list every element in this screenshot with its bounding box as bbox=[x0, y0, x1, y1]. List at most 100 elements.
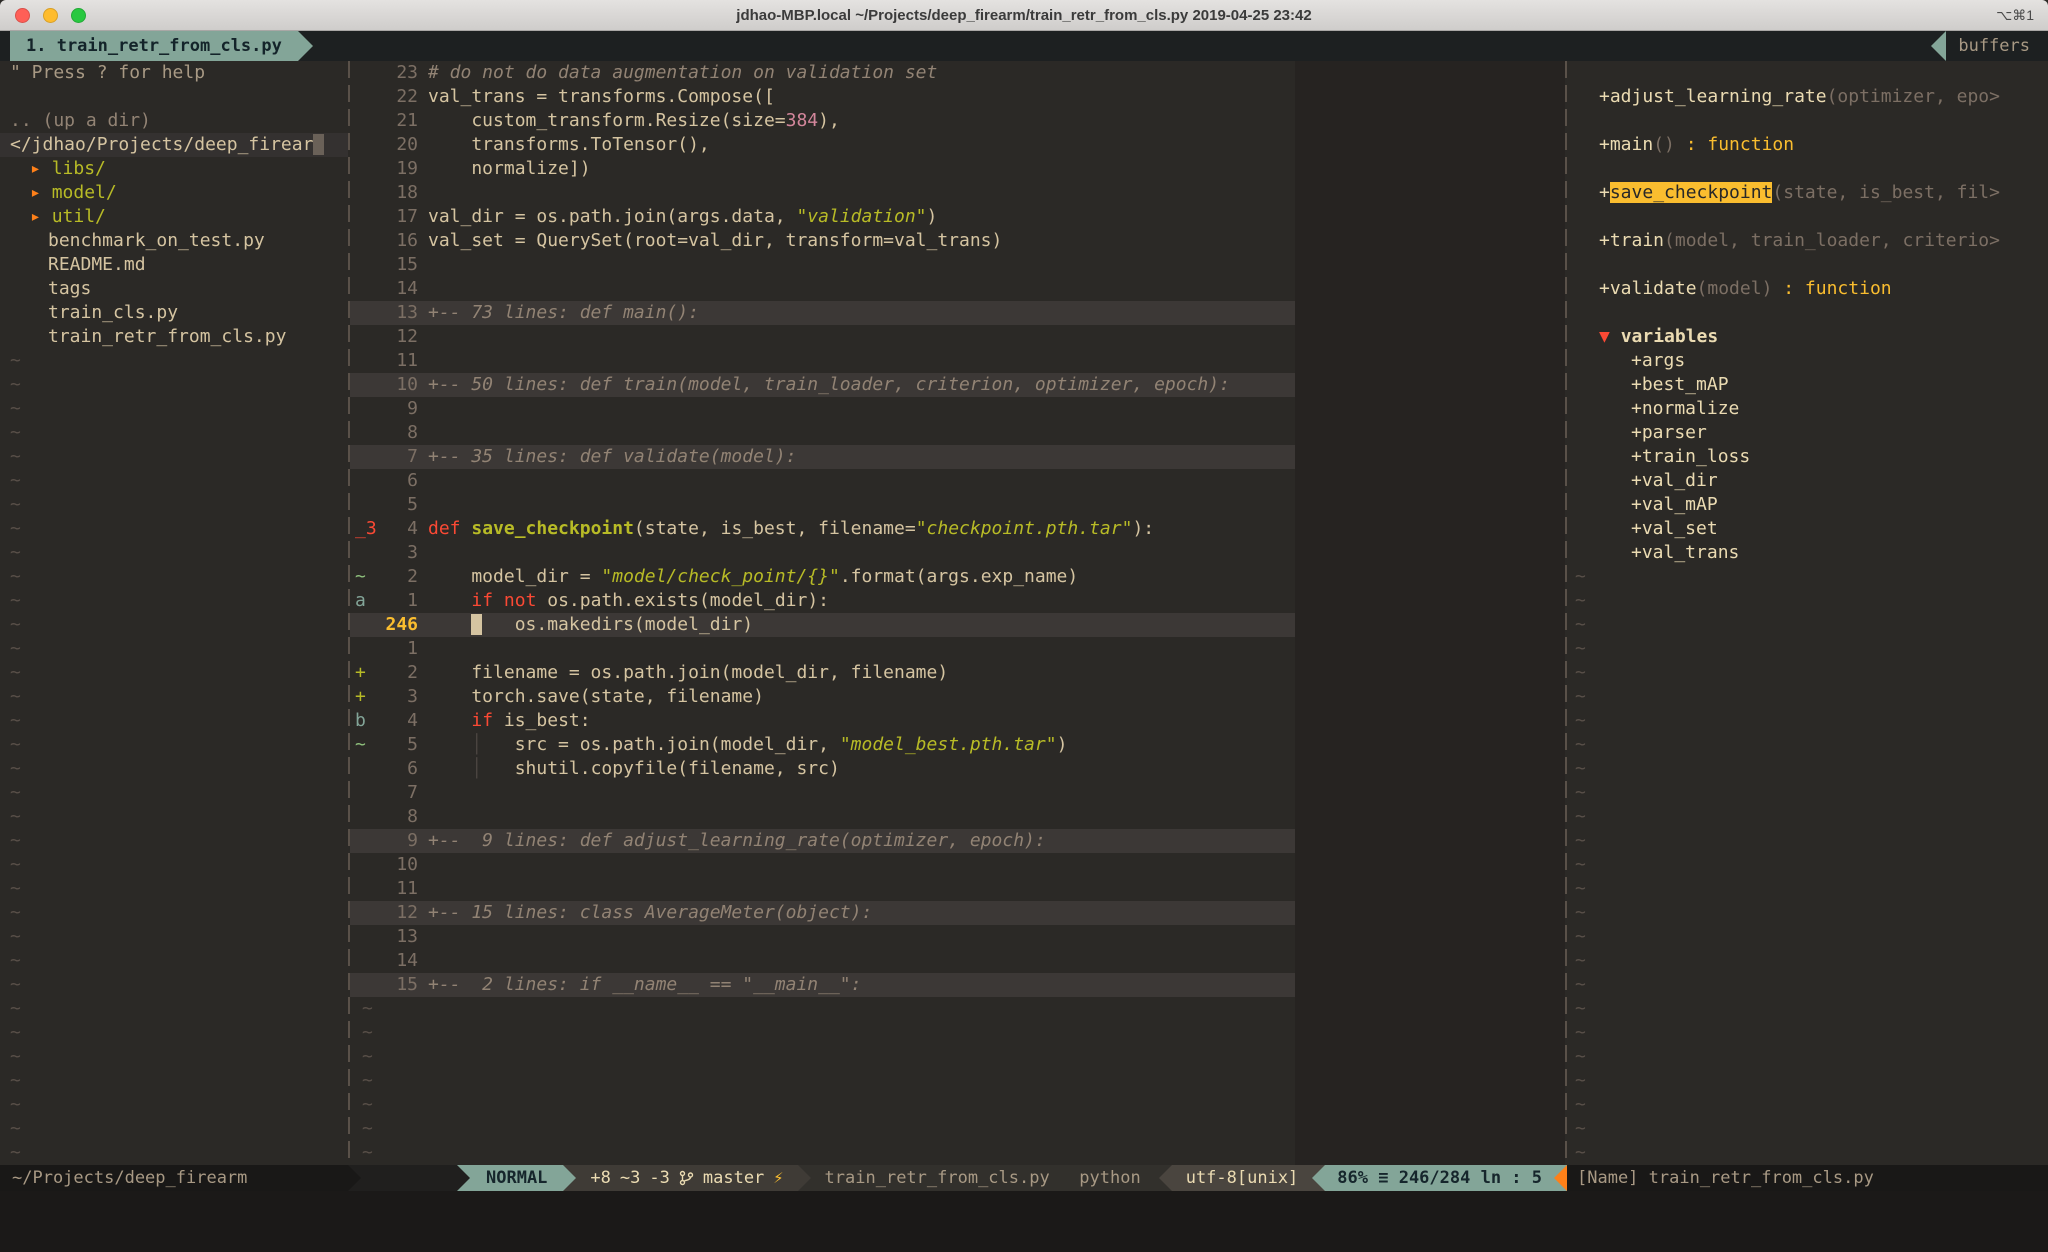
tab-active[interactable]: 1. train_retr_from_cls.py bbox=[10, 31, 298, 61]
tag-variable-item[interactable]: +val_trans bbox=[1567, 541, 2048, 565]
tree-empty-line: ~ bbox=[0, 565, 348, 589]
line-text bbox=[428, 805, 1565, 829]
editor-fold-line[interactable]: 12+-- 15 lines: class AverageMeter(objec… bbox=[350, 901, 1565, 925]
mode-text: NORMAL bbox=[486, 1165, 547, 1191]
editor-line[interactable]: 12 bbox=[350, 325, 1565, 349]
tree-file-item[interactable]: train_cls.py bbox=[0, 301, 348, 325]
editor-fold-line[interactable]: 13+-- 73 lines: def main(): bbox=[350, 301, 1565, 325]
editor-line[interactable]: 6 │ shutil.copyfile(filename, src) bbox=[350, 757, 1565, 781]
gutter-sign bbox=[350, 877, 376, 901]
editor-line[interactable]: 8 bbox=[350, 805, 1565, 829]
tag-variable-item[interactable]: +normalize bbox=[1567, 397, 2048, 421]
tilde-marker: ~ bbox=[1567, 926, 1586, 947]
editor-fold-line[interactable]: 7+-- 35 lines: def validate(model): bbox=[350, 445, 1565, 469]
window-titlebar: jdhao-MBP.local ~/Projects/deep_firearm/… bbox=[0, 0, 2048, 31]
window-title: jdhao-MBP.local ~/Projects/deep_firearm/… bbox=[0, 7, 2048, 24]
editor-line[interactable]: 11 bbox=[350, 877, 1565, 901]
editor-line[interactable]: 7 bbox=[350, 781, 1565, 805]
tag-item[interactable]: +main() : function bbox=[1567, 133, 2048, 157]
tag-variable-item[interactable]: +val_mAP bbox=[1567, 493, 2048, 517]
editor-line[interactable]: _34def save_checkpoint(state, is_best, f… bbox=[350, 517, 1565, 541]
tag-item[interactable]: +adjust_learning_rate(optimizer, epo> bbox=[1567, 85, 2048, 109]
tilde-marker: ~ bbox=[1567, 878, 1586, 899]
keyboard-shortcut-indicator: ⌥⌘1 bbox=[1996, 7, 2034, 24]
editor-line[interactable]: 14 bbox=[350, 949, 1565, 973]
tag-variable-item[interactable]: +best_mAP bbox=[1567, 373, 2048, 397]
tree-dir-item[interactable]: ▸ model/ bbox=[0, 181, 348, 205]
tilde-marker: ~ bbox=[1567, 950, 1586, 971]
editor-line[interactable]: 9 bbox=[350, 397, 1565, 421]
editor-line[interactable]: 6 bbox=[350, 469, 1565, 493]
tilde-marker: ~ bbox=[0, 542, 21, 563]
zoom-button[interactable] bbox=[71, 8, 86, 23]
editor-line[interactable]: 5 bbox=[350, 493, 1565, 517]
editor-fold-line[interactable]: 9+-- 9 lines: def adjust_learning_rate(o… bbox=[350, 829, 1565, 853]
tagbar-empty-line: ~ bbox=[1567, 733, 2048, 757]
tag-variable-item[interactable]: +val_set bbox=[1567, 517, 2048, 541]
tree-up-dir[interactable]: .. (up a dir) bbox=[0, 109, 348, 133]
editor-line[interactable]: 10 bbox=[350, 853, 1565, 877]
editor-line[interactable]: +3 torch.save(state, filename) bbox=[350, 685, 1565, 709]
tilde-marker: ~ bbox=[1567, 974, 1586, 995]
tag-item[interactable]: ▼ variables bbox=[1567, 325, 2048, 349]
tree-file-item[interactable]: benchmark_on_test.py bbox=[0, 229, 348, 253]
editor-line[interactable]: 15 bbox=[350, 253, 1565, 277]
editor-line[interactable]: +2 filename = os.path.join(model_dir, fi… bbox=[350, 661, 1565, 685]
editor-line[interactable]: 1 bbox=[350, 637, 1565, 661]
tilde-marker: ~ bbox=[1567, 782, 1586, 803]
editor-fold-line[interactable]: 10+-- 50 lines: def train(model, train_l… bbox=[350, 373, 1565, 397]
gutter-sign bbox=[350, 541, 376, 565]
tag-variable-item[interactable]: +train_loss bbox=[1567, 445, 2048, 469]
tilde-marker: ~ bbox=[0, 1022, 21, 1043]
tree-file-item[interactable]: train_retr_from_cls.py bbox=[0, 325, 348, 349]
tag-item[interactable]: +save_checkpoint(state, is_best, fil> bbox=[1567, 181, 2048, 205]
tilde-marker: ~ bbox=[0, 494, 21, 515]
tree-file-item[interactable]: README.md bbox=[0, 253, 348, 277]
editor-line[interactable]: ~2 model_dir = "model/check_point/{}".fo… bbox=[350, 565, 1565, 589]
editor-line[interactable]: ~5 │ src = os.path.join(model_dir, "mode… bbox=[350, 733, 1565, 757]
editor-line[interactable]: 3 bbox=[350, 541, 1565, 565]
editor-line[interactable]: 22val_trans = transforms.Compose([ bbox=[350, 85, 1565, 109]
encoding-segment: utf-8[unix] bbox=[1172, 1165, 1313, 1191]
editor-line[interactable]: 16val_set = QuerySet(root=val_dir, trans… bbox=[350, 229, 1565, 253]
tag-item[interactable]: +validate(model) : function bbox=[1567, 277, 2048, 301]
close-button[interactable] bbox=[15, 8, 30, 23]
tag-name: +train_loss bbox=[1631, 446, 1750, 467]
tagbar-empty-line: ~ bbox=[1567, 877, 2048, 901]
editor-line[interactable]: 21 custom_transform.Resize(size=384), bbox=[350, 109, 1565, 133]
minimize-button[interactable] bbox=[43, 8, 58, 23]
tree-file-item[interactable]: tags bbox=[0, 277, 348, 301]
tilde-marker: ~ bbox=[1567, 902, 1586, 923]
editor-fold-line[interactable]: 15+-- 2 lines: if __name__ == "__main__"… bbox=[350, 973, 1565, 997]
editor-line[interactable]: 11 bbox=[350, 349, 1565, 373]
editor-cursor-line[interactable]: 246 os.makedirs(model_dir) bbox=[350, 613, 1565, 637]
editor-line[interactable]: a1 if not os.path.exists(model_dir): bbox=[350, 589, 1565, 613]
line-number: 22 bbox=[376, 85, 428, 109]
code-segment: # do not do data augmentation on validat… bbox=[428, 62, 937, 83]
editor-line[interactable]: 20 transforms.ToTensor(), bbox=[350, 133, 1565, 157]
tilde-marker: ~ bbox=[1567, 590, 1586, 611]
line-text: │ shutil.copyfile(filename, src) bbox=[428, 757, 1565, 781]
editor-line[interactable]: 14 bbox=[350, 277, 1565, 301]
editor-line[interactable]: 23# do not do data augmentation on valid… bbox=[350, 61, 1565, 85]
tree-dir-item[interactable]: ▸ libs/ bbox=[0, 157, 348, 181]
editor-line[interactable]: 19 normalize]) bbox=[350, 157, 1565, 181]
gutter-sign: a bbox=[350, 589, 376, 613]
tagbar-empty-line: ~ bbox=[1567, 637, 2048, 661]
tag-variable-item[interactable]: +parser bbox=[1567, 421, 2048, 445]
editor-line[interactable]: b4 if is_best: bbox=[350, 709, 1565, 733]
code-segment: 384 bbox=[786, 110, 819, 131]
editor-line[interactable]: 17val_dir = os.path.join(args.data, "val… bbox=[350, 205, 1565, 229]
command-line-area[interactable] bbox=[0, 1191, 2048, 1252]
vim-tabline: 1. train_retr_from_cls.py buffers bbox=[0, 31, 2048, 61]
tree-dir-item[interactable]: ▸ util/ bbox=[0, 205, 348, 229]
editor-line[interactable]: 13 bbox=[350, 925, 1565, 949]
tree-root-path[interactable]: </jdhao/Projects/deep_firear bbox=[0, 133, 348, 157]
editor-line[interactable]: 8 bbox=[350, 421, 1565, 445]
tag-variable-item[interactable]: +args bbox=[1567, 349, 2048, 373]
tag-item[interactable]: +train(model, train_loader, criterio> bbox=[1567, 229, 2048, 253]
line-number: 5 bbox=[376, 493, 428, 517]
editor-line[interactable]: 18 bbox=[350, 181, 1565, 205]
tilde-marker: ~ bbox=[1567, 710, 1586, 731]
tag-variable-item[interactable]: +val_dir bbox=[1567, 469, 2048, 493]
